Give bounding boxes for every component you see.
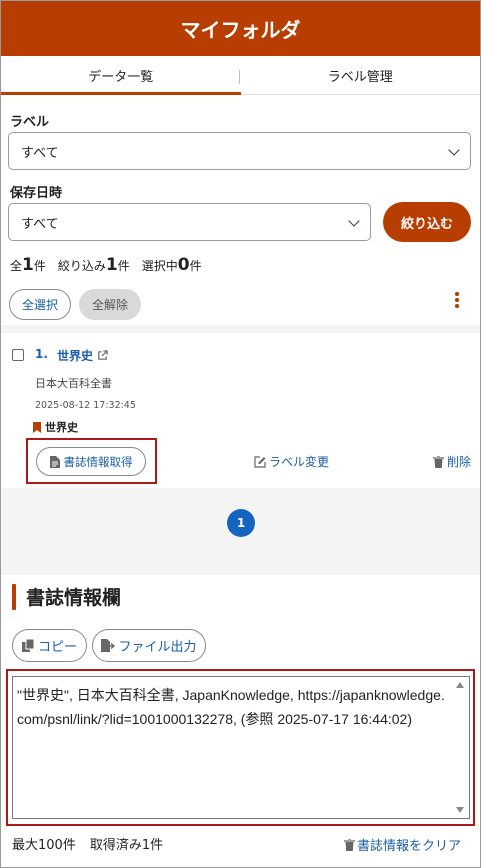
clear-biblio-button[interactable]: 書誌情報をクリア xyxy=(344,835,461,854)
trash-icon xyxy=(344,838,355,851)
section-bar xyxy=(12,583,16,610)
label-filter-title: ラベル xyxy=(10,115,50,130)
item-label-text: 世界史 xyxy=(45,421,78,434)
total-count: 1 xyxy=(22,255,34,275)
label-change-button[interactable]: ラベル変更 xyxy=(254,453,329,470)
copy-button[interactable]: コピー xyxy=(12,629,87,662)
date-select-value: すべて xyxy=(21,216,59,232)
item-checkbox[interactable] xyxy=(12,349,24,361)
selected-count: 0 xyxy=(177,255,190,275)
biblio-section-title: 書誌情報欄 xyxy=(12,583,121,610)
tab-data-list[interactable]: データ一覧 xyxy=(1,56,241,95)
deselect-all-button[interactable]: 全解除 xyxy=(79,289,141,320)
filtered-suffix: 件 xyxy=(117,259,130,273)
tab-divider xyxy=(239,70,240,84)
scroll-down-icon[interactable] xyxy=(456,807,464,813)
item-source: 日本大百科全書 xyxy=(35,377,112,390)
get-biblio-label: 書誌情報取得 xyxy=(63,454,133,469)
export-button[interactable]: ファイル出力 xyxy=(92,629,206,662)
trash-icon xyxy=(433,455,444,468)
date-select[interactable]: すべて xyxy=(8,203,371,241)
result-counts: 全 1 件 絞り込み 1 件 選択中 0 件 xyxy=(10,255,202,275)
item-number: 1. xyxy=(35,347,48,361)
label-select-value: すべて xyxy=(21,145,59,161)
item-title: 世界史 xyxy=(57,349,94,363)
tab-label-management[interactable]: ラベル管理 xyxy=(241,56,481,94)
acquired-count: 取得済み1件 xyxy=(89,838,164,853)
label-select[interactable]: すべて xyxy=(8,132,471,170)
delete-button[interactable]: 削除 xyxy=(433,453,471,470)
label-change-text: ラベル変更 xyxy=(269,455,330,469)
page-title: マイフォルダ xyxy=(1,1,480,56)
chevron-down-icon xyxy=(348,215,360,227)
item-label: 世界史 xyxy=(33,419,78,435)
selected-prefix: 選択中 xyxy=(141,259,178,273)
tab-bar: データ一覧 ラベル管理 xyxy=(1,56,480,95)
clear-biblio-text: 書誌情報をクリア xyxy=(357,839,462,854)
bookmark-icon xyxy=(33,421,41,433)
copy-icon xyxy=(21,639,35,652)
export-text: ファイル出力 xyxy=(118,640,197,655)
more-options-icon[interactable] xyxy=(455,292,459,310)
selected-suffix: 件 xyxy=(189,259,202,273)
chevron-down-icon xyxy=(448,144,460,156)
get-biblio-button[interactable]: 書誌情報取得 xyxy=(36,447,146,476)
external-link-icon xyxy=(98,350,108,360)
filtered-count: 1 xyxy=(105,255,118,275)
document-icon xyxy=(49,455,60,468)
date-filter-title: 保存日時 xyxy=(10,186,63,201)
biblio-stats: 最大100件 取得済み1件 xyxy=(12,834,163,853)
biblio-textarea[interactable]: "世界史", 日本大百科全書, JapanKnowledge, https://… xyxy=(12,676,470,819)
max-count: 最大100件 xyxy=(12,838,76,853)
item-title-link[interactable]: 世界史 xyxy=(57,347,108,364)
copy-text: コピー xyxy=(37,640,77,655)
filter-button[interactable]: 絞り込む xyxy=(383,202,471,242)
delete-text: 削除 xyxy=(447,455,472,469)
total-suffix: 件 xyxy=(33,259,46,273)
pagination-current[interactable]: 1 xyxy=(227,509,255,537)
total-prefix: 全 xyxy=(10,259,23,273)
textarea-scrollbar[interactable] xyxy=(453,679,467,816)
file-export-icon xyxy=(101,639,116,652)
item-date: 2025-08-12 17:32:45 xyxy=(35,400,136,411)
select-all-button[interactable]: 全選択 xyxy=(9,289,71,320)
biblio-title-text: 書誌情報欄 xyxy=(26,587,122,609)
edit-icon xyxy=(254,455,266,468)
scroll-up-icon[interactable] xyxy=(456,682,464,688)
filtered-prefix: 絞り込み xyxy=(57,259,106,273)
